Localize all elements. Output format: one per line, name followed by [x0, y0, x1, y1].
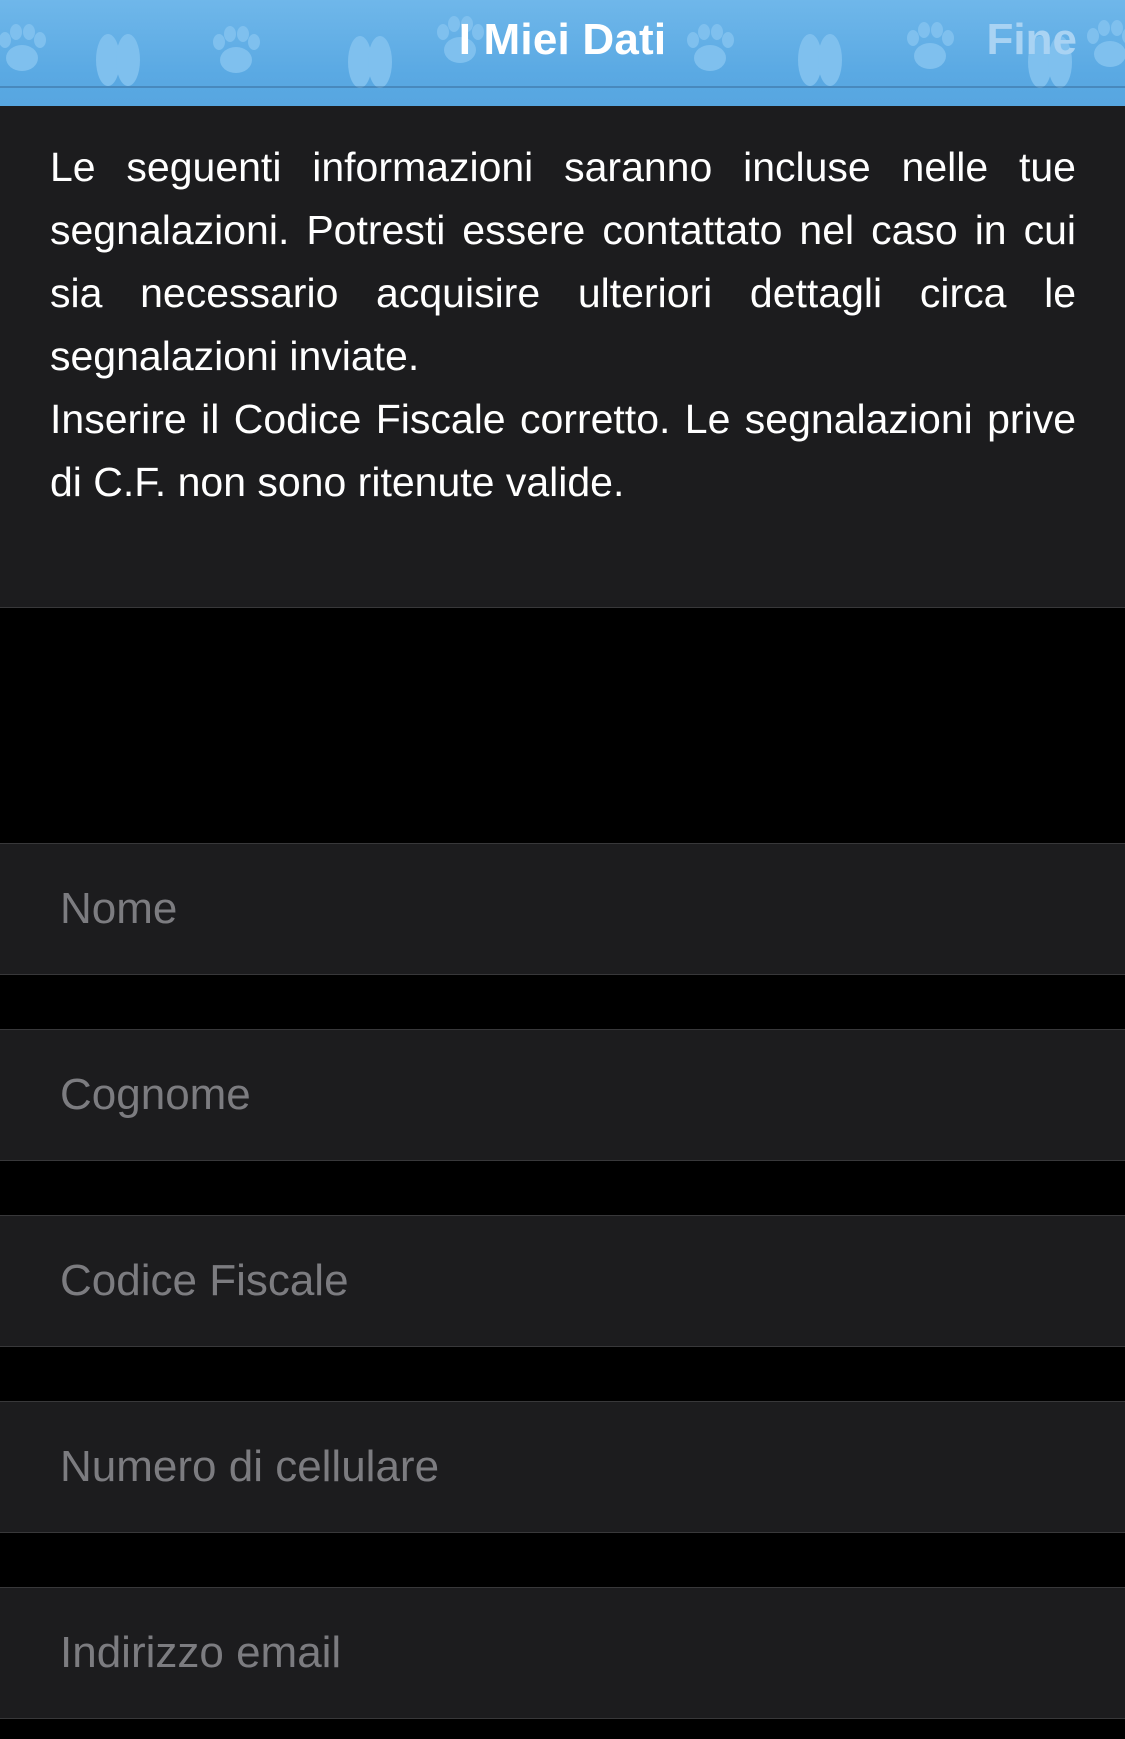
email-field[interactable] [60, 1588, 1090, 1718]
last-name-field[interactable] [60, 1030, 1090, 1160]
page-title: I Miei Dati [458, 15, 667, 64]
phone-number-field[interactable] [60, 1402, 1090, 1532]
tax-code-field[interactable] [60, 1216, 1090, 1346]
info-paragraph-contact: Le seguenti informazioni saranno incluse… [50, 144, 1076, 379]
info-paragraph-tax-code: Inserire il Codice Fiscale corretto. Le … [50, 396, 1076, 505]
navigation-bar: I Miei Dati Fine [0, 0, 1125, 106]
navbar-divider [0, 86, 1125, 88]
first-name-field[interactable] [60, 844, 1090, 974]
last-name-row [0, 1029, 1125, 1161]
email-row [0, 1587, 1125, 1719]
phone-row [0, 1401, 1125, 1533]
tax-code-row [0, 1215, 1125, 1347]
info-panel: Le seguenti informazioni saranno incluse… [0, 106, 1125, 608]
first-name-row [0, 843, 1125, 975]
done-button[interactable]: Fine [987, 14, 1077, 66]
